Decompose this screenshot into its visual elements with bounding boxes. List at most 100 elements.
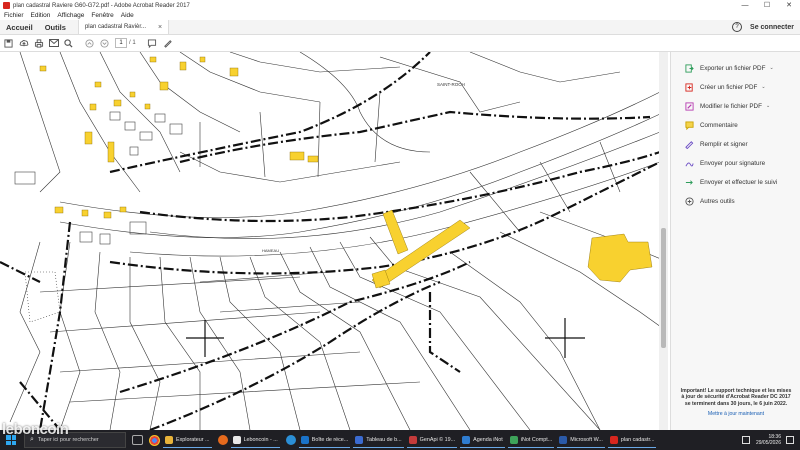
taskbar: ⌕ Taper ici pour rechercher Explorateur … xyxy=(0,430,800,450)
taskbar-app-label: Tableau de b... xyxy=(366,436,402,443)
browser-icon xyxy=(232,435,241,444)
email-icon[interactable] xyxy=(47,37,60,50)
system-tray: 18:36 29/05/2026 xyxy=(741,434,794,446)
tool-comment-label: Commentaire xyxy=(700,121,738,129)
tool-export-pdf-label: Exporter un fichier PDF xyxy=(700,64,766,72)
tool-create-pdf-label: Créer un fichier PDF xyxy=(700,83,758,91)
more-tools-icon xyxy=(685,196,694,206)
tool-more-tools-label: Autres outils xyxy=(700,197,735,205)
acrobat-icon xyxy=(609,435,618,444)
word-icon xyxy=(559,435,568,444)
comment-icon xyxy=(685,120,694,130)
tool-fill-sign-label: Remplir et signer xyxy=(700,140,748,148)
taskbar-app-label: GenApi © 19... xyxy=(419,436,456,443)
tool-fill-sign[interactable]: Remplir et signer xyxy=(685,138,795,150)
taskbar-app-compta[interactable]: iNot Compt... xyxy=(507,433,555,448)
acrobat-icon xyxy=(3,2,10,9)
clock-date: 29/05/2026 xyxy=(755,440,781,446)
update-notice: Important! Le support technique et les m… xyxy=(679,388,793,417)
tab-tools[interactable]: Outils xyxy=(45,23,66,32)
menu-edition[interactable]: Edition xyxy=(31,12,51,19)
network-icon[interactable] xyxy=(741,436,750,444)
update-now-link[interactable]: Mettre à jour maintenant xyxy=(679,411,793,417)
tool-comment[interactable]: Commentaire xyxy=(685,119,795,131)
tools-panel: Exporter un fichier PDF ⌄ Créer un fichi… xyxy=(670,52,800,430)
page-up-icon[interactable] xyxy=(83,37,96,50)
genapi-icon xyxy=(408,435,417,444)
taskbar-app-leboncoin[interactable]: Leboncoin - ... xyxy=(230,433,280,448)
print-icon[interactable] xyxy=(32,37,45,50)
page-number-input[interactable]: 1 xyxy=(115,38,127,48)
help-icon[interactable]: ? xyxy=(732,22,743,32)
mail-icon xyxy=(300,435,309,444)
minimize-button[interactable]: — xyxy=(734,0,756,11)
tab-document-label: plan cadastral Ravièr... xyxy=(84,24,146,30)
map-label-hameau: HAMEAU xyxy=(262,248,279,253)
taskbar-app-label: Agenda iNot xyxy=(473,436,503,443)
parcel-lines xyxy=(9,52,668,430)
taskbar-app-agenda[interactable]: Agenda iNot xyxy=(460,433,505,448)
menu-bar: Fichier Edition Affichage Fenêtre Aide xyxy=(0,11,800,20)
chevron-down-icon[interactable]: ⌄ xyxy=(769,65,773,71)
close-tab-icon[interactable]: × xyxy=(158,24,162,31)
taskbar-app-dashboard[interactable]: Tableau de b... xyxy=(353,433,404,448)
chevron-down-icon[interactable]: ⌄ xyxy=(766,103,770,109)
building-outlines xyxy=(14,111,183,245)
search-icon[interactable] xyxy=(62,37,75,50)
close-button[interactable]: ✕ xyxy=(778,0,800,11)
tool-send-signature[interactable]: Envoyer pour signature xyxy=(685,157,795,169)
document-scrollbar[interactable] xyxy=(659,52,668,430)
firefox-icon[interactable] xyxy=(217,435,228,445)
dashboard-icon xyxy=(355,435,364,444)
taskbar-app-label: Explorateur ... xyxy=(176,436,210,443)
menu-fenetre[interactable]: Fenêtre xyxy=(91,12,113,19)
notifications-icon[interactable] xyxy=(786,436,794,444)
chevron-down-icon[interactable]: ⌄ xyxy=(761,84,765,90)
menu-aide[interactable]: Aide xyxy=(121,12,134,19)
taskbar-app-acrobat[interactable]: plan cadastr... xyxy=(607,433,657,448)
taskbar-app-word[interactable]: Microsoft W... xyxy=(557,433,605,448)
comment-tool-icon[interactable] xyxy=(146,37,159,50)
fill-sign-icon xyxy=(685,140,694,149)
tab-bar: Accueil Outils plan cadastral Ravièr... … xyxy=(0,20,800,35)
taskbar-app-explorer[interactable]: Explorateur ... xyxy=(163,433,212,448)
calendar-icon xyxy=(462,435,471,444)
maximize-button[interactable]: ☐ xyxy=(756,0,778,11)
scrollbar-thumb[interactable] xyxy=(661,228,666,348)
tool-export-pdf[interactable]: Exporter un fichier PDF ⌄ xyxy=(685,62,795,74)
toolbar: 1 / 1 xyxy=(0,35,800,52)
send-signature-icon xyxy=(685,159,694,168)
tab-document[interactable]: plan cadastral Ravièr... × xyxy=(77,20,170,34)
tool-create-pdf[interactable]: Créer un fichier PDF ⌄ xyxy=(685,81,795,93)
save-icon[interactable] xyxy=(2,37,15,50)
pen-tool-icon[interactable] xyxy=(161,37,174,50)
menu-fichier[interactable]: Fichier xyxy=(4,12,24,19)
taskbar-app-label: Microsoft W... xyxy=(570,436,603,443)
taskbar-app-mail[interactable]: Boîte de réce... xyxy=(298,433,351,448)
accounting-icon xyxy=(509,435,518,444)
upload-icon[interactable] xyxy=(17,37,30,50)
map-cross-markers xyxy=(186,318,585,358)
tool-edit-pdf[interactable]: Modifier le fichier PDF ⌄ xyxy=(685,100,795,112)
taskbar-app-genapi[interactable]: GenApi © 19... xyxy=(406,433,458,448)
window-title: plan cadastral Raviere G60-G72.pdf - Ado… xyxy=(13,2,190,9)
signin-button[interactable]: Se connecter xyxy=(750,24,794,31)
leboncoin-watermark: leboncoin xyxy=(2,421,69,438)
chrome-icon[interactable] xyxy=(149,434,160,446)
tool-more-tools[interactable]: Autres outils xyxy=(685,195,795,207)
clock[interactable]: 18:36 29/05/2026 xyxy=(756,434,781,446)
menu-affichage[interactable]: Affichage xyxy=(57,12,84,19)
boundary-lines xyxy=(0,52,661,430)
task-view-icon[interactable] xyxy=(132,435,143,445)
tool-send-track-label: Envoyer et effectuer le suivi xyxy=(700,178,778,186)
export-pdf-icon xyxy=(685,63,694,73)
highlighted-parcels xyxy=(39,56,653,289)
edit-pdf-icon xyxy=(685,101,694,111)
tab-home[interactable]: Accueil xyxy=(6,23,33,32)
tool-send-signature-label: Envoyer pour signature xyxy=(700,159,766,167)
edge-icon[interactable] xyxy=(285,435,296,445)
tool-send-track[interactable]: Envoyer et effectuer le suivi xyxy=(685,176,795,188)
document-view[interactable]: SAINT-ROCH HAMEAU xyxy=(0,52,668,430)
page-down-icon[interactable] xyxy=(98,37,111,50)
create-pdf-icon xyxy=(685,82,694,92)
